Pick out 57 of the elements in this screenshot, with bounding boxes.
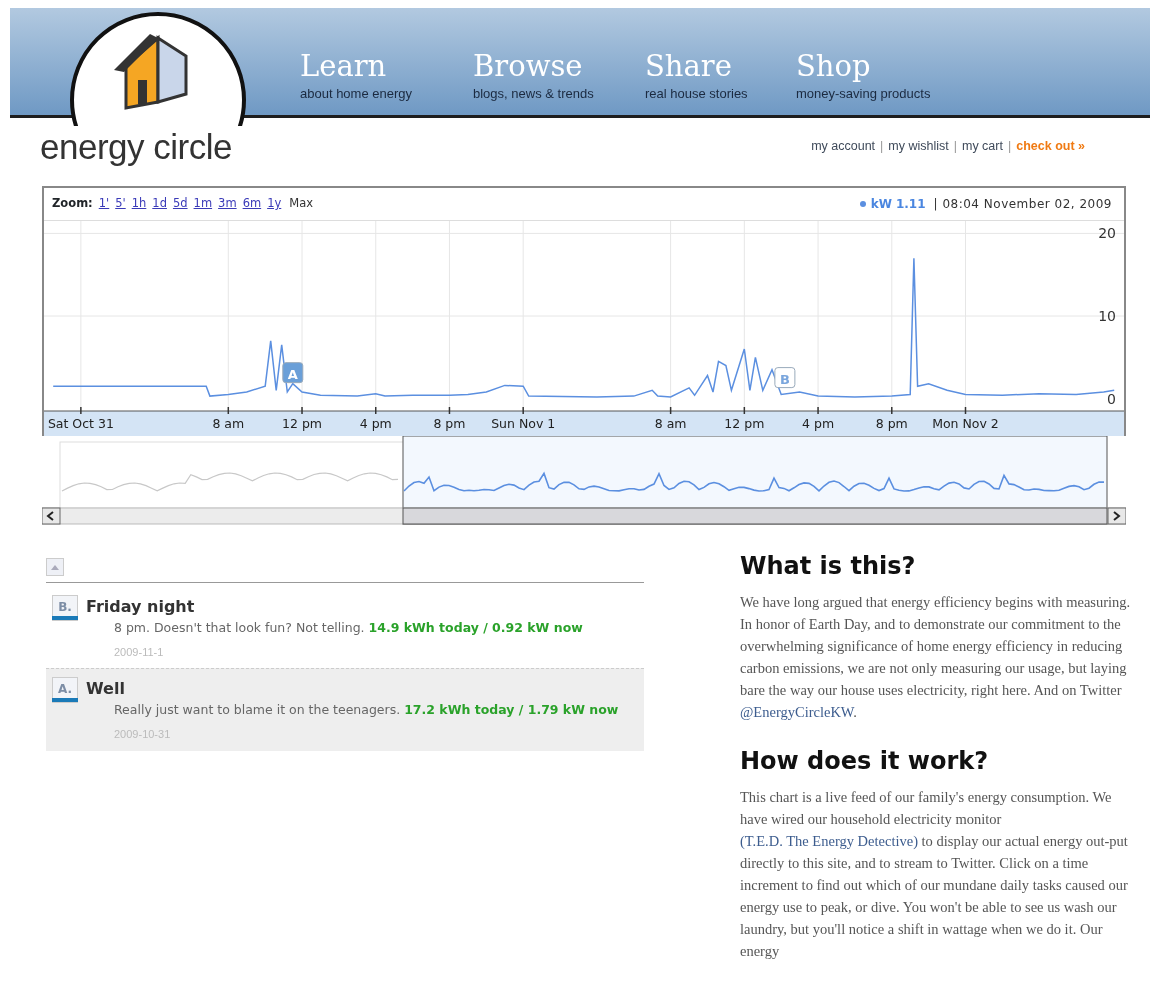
y-axis-label: 20	[1098, 225, 1116, 242]
x-axis-label: 8 am	[212, 416, 245, 431]
up-arrow-icon	[50, 564, 60, 570]
separator: |	[1007, 137, 1012, 155]
entry-title: Friday night	[86, 596, 196, 618]
account-link[interactable]: my cart	[962, 136, 1003, 156]
entry-text: 8 pm. Doesn't that look fun? Not telling. 14.9 kWh today / 0.92 kW now	[114, 619, 583, 637]
series-name: kW	[870, 196, 892, 213]
separator: |	[953, 137, 957, 155]
zoom-option[interactable]: 6m	[242, 195, 262, 213]
zoom-option[interactable]: 1y	[267, 195, 282, 213]
range-navigator[interactable]	[42, 436, 1126, 526]
flag-icon: B.	[52, 595, 78, 621]
journal-entry[interactable]: B. Friday night 8 pm. Doesn't that look fun? Not telling. 14.9 kWh today / 0.92 kW now 2009-11-1	[46, 587, 644, 669]
x-axis-label: 8 pm	[433, 416, 466, 431]
account-link[interactable]: my account	[811, 136, 876, 156]
x-axis-label: 8 pm	[875, 416, 908, 431]
x-axis-label: 4 pm	[802, 416, 835, 431]
nav-link[interactable]: Learn about home energy	[300, 52, 473, 104]
x-axis-label: 12 pm	[282, 416, 322, 431]
zoom-option[interactable]: 1m	[193, 195, 213, 213]
zoom-option[interactable]: 1d	[152, 195, 167, 213]
zoom-option[interactable]: 5'	[115, 195, 126, 213]
zoom-label: Zoom:	[52, 195, 93, 213]
account-link[interactable]: my wishlist	[888, 136, 949, 156]
section-heading: What is this?	[740, 552, 917, 581]
zoom-option[interactable]: 3m	[218, 195, 237, 213]
nav-link[interactable]: Shop money-saving products	[796, 52, 966, 104]
zoom-option[interactable]: Max	[289, 195, 314, 213]
x-axis-label: Sun Nov 1	[491, 416, 556, 431]
current-reading: 1.11	[895, 196, 926, 213]
legend-dot-icon	[858, 200, 867, 208]
x-axis-label: 8 am	[654, 416, 687, 431]
text-link[interactable]: @EnergyCircleKW	[740, 703, 854, 720]
y-axis-label: 10	[1098, 308, 1116, 324]
reading-time: | 08:04 November 02, 2009	[933, 196, 1112, 213]
x-axis-label: Mon Nov 2	[932, 416, 999, 431]
paragraph: This chart is a live feed of our family's energy consumption. We have wired our household electricity monitor (T.E.D. The Energy Detective) to display our actual energy out-put directly to this site, and to stream to Twitter. Click on a time increment to find out which of our mundane daily tasks caused our energy use to peak, or dive. You won't be able to see us wash our laundry, but you'll notice a shift in wattage when we do it. Our energy	[740, 787, 1129, 961]
nav-link[interactable]: Browse blogs, news & trends	[473, 52, 645, 104]
flag-icon: A.	[52, 677, 78, 704]
zoom-option[interactable]: 1'	[98, 195, 110, 213]
section-heading: How does it work?	[740, 746, 990, 776]
text-link[interactable]: (T.E.D. The Energy Detective)	[740, 832, 918, 849]
zoom-option[interactable]: 1h	[131, 195, 147, 213]
entry-text: Really just want to blame it on the teenagers. 17.2 kWh today / 1.79 kW now	[114, 701, 619, 720]
separator: |	[880, 137, 884, 155]
y-axis-label: 0	[1107, 390, 1116, 407]
site-name[interactable]: energy circle	[40, 128, 232, 164]
entry-title: Well	[86, 678, 126, 701]
zoom-option[interactable]: 5d	[172, 195, 188, 213]
nav-link[interactable]: Share real house stories	[645, 52, 796, 104]
x-axis-label: 12 pm	[724, 416, 765, 431]
x-axis-label: Sat Oct 31	[47, 416, 114, 431]
paragraph: We have long argued that energy efficiency begins with measuring. In honor of Earth Day, and to demonstrate our commitment to the overwhelming significance of home energy efficiency in reducing carbon emissions, we are not only measuring our usage, but laying bare the way our house uses electricity, right here. And on Twitter @EnergyCircleKW.	[740, 592, 1132, 722]
x-axis-label: 4 pm	[359, 416, 392, 431]
scroll-up-button[interactable]	[46, 558, 64, 576]
entry-date: 2009-11-1	[114, 644, 165, 660]
